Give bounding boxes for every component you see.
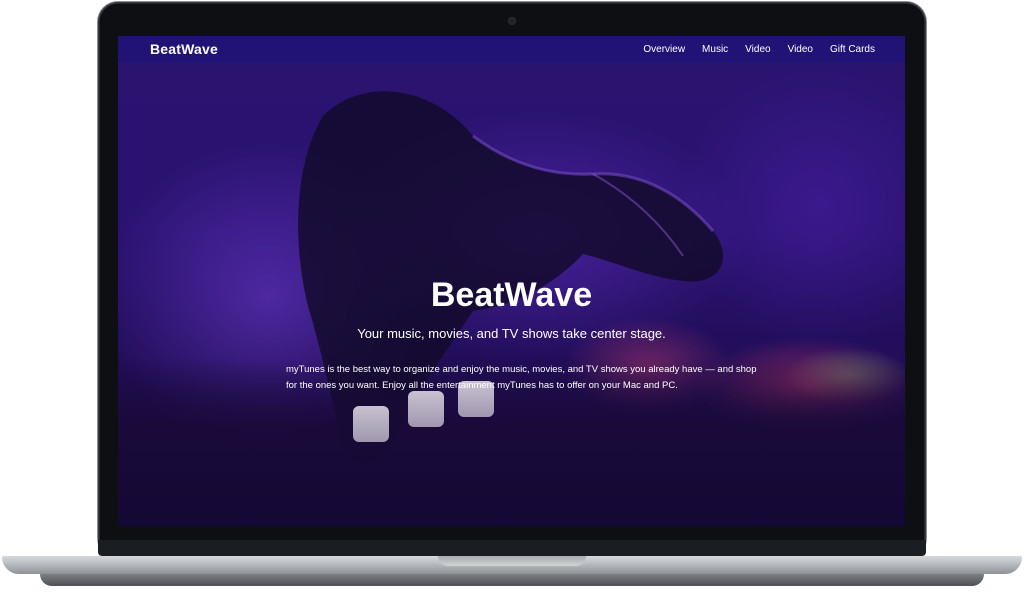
brand-logo[interactable]: BeatWave bbox=[150, 41, 218, 57]
fader-knob bbox=[408, 391, 444, 427]
nav-links: Overview Music Video Video Gift Cards bbox=[643, 44, 875, 55]
nav-link-video-2[interactable]: Video bbox=[788, 44, 813, 55]
hero-title: BeatWave bbox=[430, 276, 593, 314]
browser-viewport: BeatWave Overview Music Video Video Gift… bbox=[118, 36, 905, 526]
laptop-chin bbox=[98, 540, 926, 556]
hero-description: myTunes is the best way to organize and … bbox=[286, 364, 757, 391]
fader-knob bbox=[353, 406, 389, 442]
laptop-opening-notch bbox=[438, 556, 586, 566]
nav-link-music[interactable]: Music bbox=[702, 44, 728, 55]
nav-link-video[interactable]: Video bbox=[745, 44, 770, 55]
hero-subtitle: Your music, movies, and TV shows take ce… bbox=[357, 326, 666, 341]
laptop-base-bottom bbox=[40, 574, 984, 586]
nav-link-gift-cards[interactable]: Gift Cards bbox=[830, 44, 875, 55]
camera-icon bbox=[509, 18, 515, 24]
nav-link-overview[interactable]: Overview bbox=[643, 44, 685, 55]
navbar: BeatWave Overview Music Video Video Gift… bbox=[118, 36, 905, 62]
